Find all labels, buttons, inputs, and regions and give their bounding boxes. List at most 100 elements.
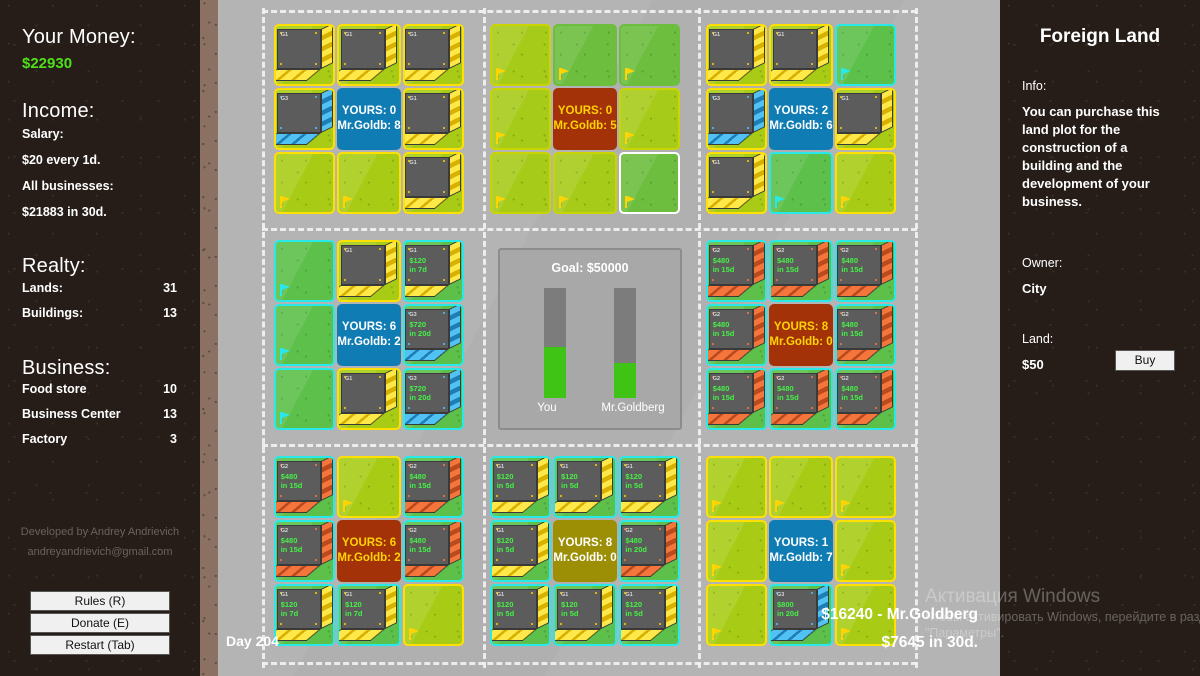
land-tile[interactable]: G2 $480 in 15d <box>706 240 768 302</box>
land-tile[interactable] <box>337 456 401 518</box>
land-tile[interactable] <box>706 584 768 646</box>
building-bolt <box>495 495 498 497</box>
land-tile[interactable] <box>337 152 401 214</box>
goal-label-goldberg: Mr.Goldberg <box>601 402 665 414</box>
buy-button[interactable]: Buy <box>1115 350 1175 371</box>
building-income-amount: $120 <box>496 472 514 481</box>
building-bolt <box>443 127 446 129</box>
land-tile[interactable]: G1 $120 in 5d <box>490 456 552 518</box>
land-tile[interactable]: G1 <box>402 152 464 214</box>
land-tile[interactable]: G2 $480 in 15d <box>769 240 833 302</box>
land-tile[interactable]: G1 $120 in 7d <box>402 240 464 302</box>
land-tile[interactable]: G1 <box>402 88 464 150</box>
land-tile[interactable]: G2 $480 in 15d <box>834 240 896 302</box>
building-bolt <box>530 623 533 625</box>
tile-gloss <box>276 306 334 364</box>
land-tile[interactable] <box>706 520 768 582</box>
land-tile[interactable]: G3 $720 in 20d <box>402 304 464 366</box>
land-tile[interactable]: G1 $120 in 5d <box>553 584 617 646</box>
land-tile[interactable]: G1 $120 in 5d <box>490 520 552 582</box>
building-sprite: G3 $720 in 20d <box>404 370 462 425</box>
land-tile[interactable]: G1 $120 in 5d <box>618 456 680 518</box>
land-tile[interactable]: G2 $480 in 15d <box>834 304 896 366</box>
land-tile[interactable]: G2 $480 in 15d <box>402 456 464 518</box>
land-tile[interactable]: G2 $480 in 15d <box>706 368 768 430</box>
land-tile[interactable] <box>490 152 552 214</box>
land-tile[interactable]: G1 <box>834 88 896 150</box>
building-side <box>601 586 613 629</box>
building-base <box>339 69 385 81</box>
land-tile[interactable] <box>402 584 464 646</box>
rules-button[interactable]: Rules (R) <box>30 591 170 611</box>
land-tile[interactable]: G2 $480 in 15d <box>274 456 336 518</box>
land-tile[interactable] <box>274 304 336 366</box>
building-income-label: $120 in 7d <box>409 256 427 274</box>
building-bolt <box>711 343 714 345</box>
district-score-tile: YOURS: 0 Mr.Goldb: 8 <box>337 88 401 150</box>
building-sprite: G2 $480 in 15d <box>836 242 894 297</box>
game-map[interactable]: G1 G1 G1 G3 YOURS: 0 Mr.Goldb: 8 G1 G1 YOURS: 0 M… <box>218 0 1000 676</box>
land-tile[interactable]: G2 $480 in 15d <box>834 368 896 430</box>
land-tile[interactable]: G1 <box>337 240 401 302</box>
tile-gloss <box>492 154 550 212</box>
land-tile[interactable] <box>769 456 833 518</box>
land-tile[interactable]: G1 <box>706 152 768 214</box>
building-face: G1 $120 in 5d <box>492 589 537 629</box>
land-tile[interactable]: G1 $120 in 5d <box>490 584 552 646</box>
restart-button[interactable]: Restart (Tab) <box>30 635 170 655</box>
goal-panel: Goal: $50000 You Mr.Goldberg <box>498 248 682 430</box>
land-tile[interactable]: G1 <box>706 24 768 86</box>
land-tile[interactable] <box>274 152 336 214</box>
land-tile[interactable] <box>490 24 552 86</box>
goal-bar-track-you <box>544 288 566 398</box>
land-tile[interactable]: G2 $480 in 15d <box>706 304 768 366</box>
land-tile[interactable] <box>834 24 896 86</box>
land-tile[interactable]: G1 <box>769 24 833 86</box>
land-tile[interactable] <box>274 368 336 430</box>
building-bolt <box>624 495 627 497</box>
land-tile[interactable]: G3 <box>274 88 336 150</box>
land-tile[interactable]: G1 $120 in 7d <box>274 584 336 646</box>
building-bolt <box>595 592 597 594</box>
land-tile[interactable] <box>274 240 336 302</box>
land-tile[interactable]: G2 $480 in 15d <box>769 368 833 430</box>
land-tile[interactable] <box>490 88 552 150</box>
land-tile[interactable]: G1 <box>337 24 401 86</box>
land-tile[interactable]: G1 <box>274 24 336 86</box>
land-tile[interactable]: G2 $480 in 15d <box>402 520 464 582</box>
land-tile[interactable]: G1 $120 in 5d <box>553 456 617 518</box>
land-tile[interactable]: G3 $720 in 20d <box>402 368 464 430</box>
land-tile[interactable] <box>834 152 896 214</box>
land-tile[interactable] <box>834 456 896 518</box>
building-side <box>817 370 829 413</box>
your-money-value: $22930 <box>22 55 73 72</box>
land-tile[interactable]: G1 $120 in 5d <box>618 584 680 646</box>
land-tile[interactable]: G1 <box>337 368 401 430</box>
land-tile[interactable]: G1 $120 in 7d <box>337 584 401 646</box>
land-tile[interactable] <box>834 520 896 582</box>
building-income-amount: $720 <box>409 320 426 329</box>
district-mid-right: G2 $480 in 15d G2 $480 in 15d G2 $480 in 15d G2 $4… <box>706 240 896 430</box>
building-side <box>881 90 894 133</box>
building-face: G2 $480 in 15d <box>773 245 817 285</box>
donate-button[interactable]: Donate (E) <box>30 613 170 633</box>
land-tile[interactable]: G3 <box>706 88 768 150</box>
building-income-period: in 15d <box>712 329 735 338</box>
land-tile[interactable] <box>553 152 617 214</box>
building-side <box>752 90 765 133</box>
land-tile[interactable] <box>553 24 617 86</box>
tile-texture <box>492 154 550 212</box>
land-tile[interactable] <box>618 24 680 86</box>
land-tile[interactable] <box>706 456 768 518</box>
building-base <box>404 285 450 297</box>
land-tile[interactable] <box>618 152 680 214</box>
building-bolt <box>746 96 749 98</box>
building-sprite: G1 $120 in 7d <box>276 586 333 641</box>
land-tile[interactable] <box>769 152 833 214</box>
land-tile[interactable]: G2 $480 in 20d <box>618 520 680 582</box>
building-bolt <box>746 248 749 250</box>
land-tile[interactable]: G2 $480 in 15d <box>274 520 336 582</box>
building-face: G1 $120 in 7d <box>276 589 321 629</box>
land-tile[interactable] <box>618 88 680 150</box>
land-tile[interactable]: G1 <box>402 24 464 86</box>
